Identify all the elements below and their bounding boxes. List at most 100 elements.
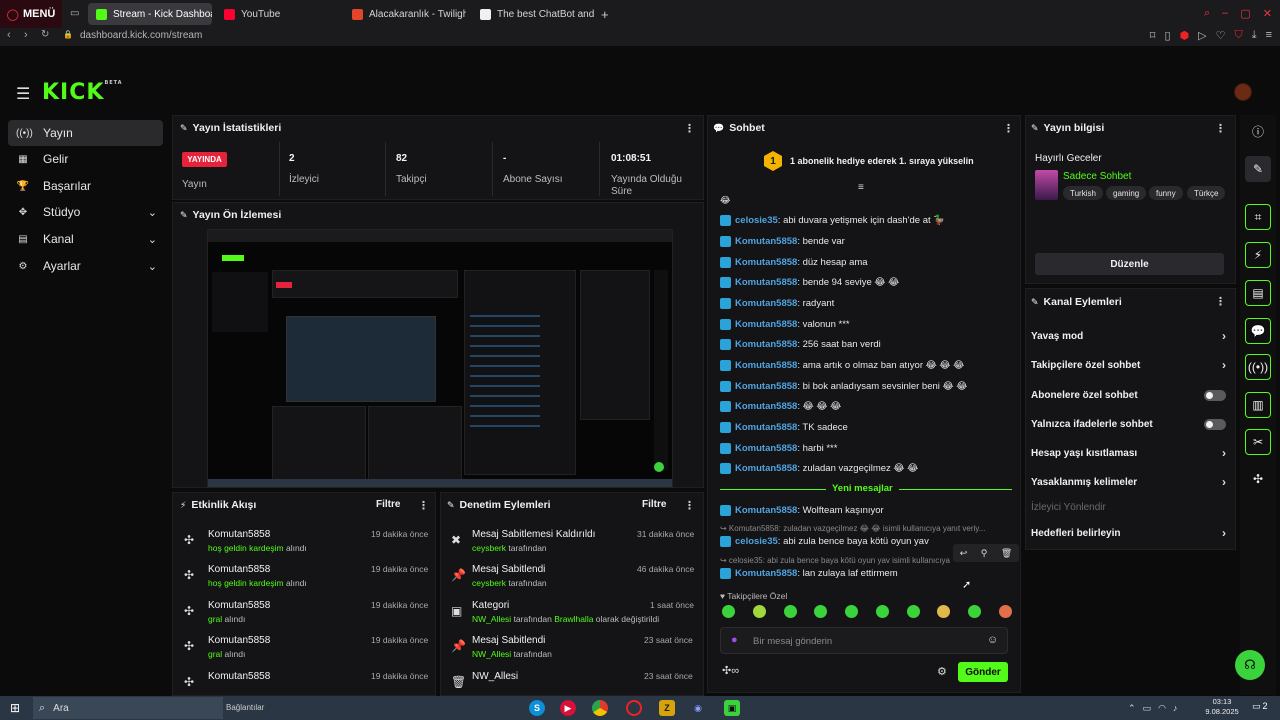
action-account-age[interactable]: Hesap yaşı kısıtlaması › [1031, 445, 1226, 461]
chat-message: celosie35: abi duvara yetişmek için dash… [720, 213, 945, 227]
edit-stream-button[interactable]: Düzenle [1035, 253, 1224, 275]
activity-filter-button[interactable]: Filtre [376, 499, 400, 510]
chevron-up-icon[interactable]: ⌃ [1128, 703, 1136, 714]
mic-icon[interactable]: ● [731, 634, 738, 646]
maximize-icon[interactable]: ▢ [1240, 7, 1250, 20]
user-avatar[interactable] [1234, 83, 1252, 101]
moderation-more-icon[interactable]: ⋮ [684, 499, 695, 512]
emote-icon[interactable] [722, 605, 735, 618]
pencil-icon[interactable]: ✎ [1245, 156, 1271, 182]
search-tabs-icon[interactable]: ⌕ [1204, 7, 1210, 20]
tab-youtube[interactable]: YouTube [216, 3, 336, 25]
browser-menu-button[interactable]: ◯ MENÜ [0, 0, 62, 28]
heart-icon[interactable]: ♡ [1216, 29, 1226, 42]
chat-icon[interactable]: 💬 [1245, 318, 1271, 344]
emote-icon[interactable] [814, 605, 828, 618]
player-icon[interactable]: ▷ [1198, 29, 1206, 42]
chat-points-icon[interactable]: ✣∞ [722, 664, 739, 677]
emote-icon[interactable] [906, 605, 920, 618]
sidebar-item-basarilar[interactable]: 🏆 Başarılar [8, 173, 163, 199]
stream-preview-video[interactable] [207, 229, 673, 488]
download-icon[interactable]: ⤓ [1252, 29, 1257, 42]
new-tab-button[interactable]: + [601, 7, 609, 22]
emote-icon[interactable] [845, 605, 859, 618]
news-widget[interactable]: Bağlantılar [226, 703, 264, 712]
notification-badge[interactable]: ▭ 2 [1252, 701, 1268, 712]
tab-chatbot[interactable]: The best ChatBot and Wi [472, 3, 597, 25]
emote-only-toggle[interactable] [1204, 418, 1226, 430]
document-icon[interactable]: ▤ [1245, 280, 1271, 306]
scan-icon[interactable]: ⌗ [1245, 204, 1271, 230]
send-button[interactable]: Gönder [958, 662, 1008, 682]
emote-icon[interactable] [752, 605, 766, 618]
sidebar-item-kanal[interactable]: ▤ Kanal ⌄ [8, 226, 163, 252]
workspaces-icon[interactable]: ▭ [70, 8, 79, 19]
pin-icon[interactable]: ⚲ [981, 548, 988, 559]
chrome-icon[interactable] [592, 700, 608, 716]
minimize-icon[interactable]: – [1222, 7, 1228, 20]
opera-taskbar-icon[interactable] [626, 700, 642, 716]
chat-settings-icon[interactable]: ⚙ [937, 665, 947, 678]
wrench-icon[interactable]: ✂ [1245, 429, 1271, 455]
layout-icon[interactable]: ▥ [1245, 392, 1271, 418]
info-icon[interactable]: ⓘ [1245, 118, 1271, 144]
subs-only-toggle[interactable] [1204, 389, 1226, 401]
user-badge-icon [720, 235, 731, 247]
tab-kick-dashboard[interactable]: Stream - Kick Dashboard [88, 3, 212, 25]
sidebar-item-ayarlar[interactable]: ⚙ Ayarlar ⌄ [8, 253, 163, 279]
stream-info-more-icon[interactable]: ⋮ [1215, 122, 1226, 135]
volume-icon[interactable]: ♪ [1173, 703, 1178, 714]
emote-icon[interactable] [998, 605, 1012, 618]
tab-twilight[interactable]: Alacakaranlık - Twilight i [344, 3, 466, 25]
support-headset-icon[interactable]: ☊ [1235, 650, 1265, 680]
close-window-icon[interactable]: ✕ [1263, 7, 1272, 20]
discord-icon[interactable]: ◉ [690, 700, 706, 716]
chat-more-icon[interactable]: ⋮ [1003, 122, 1014, 135]
emoji-picker-icon[interactable]: ☺ [987, 634, 998, 646]
windows-start-icon[interactable]: ⊞ [10, 701, 20, 715]
pinned-expand-icon[interactable]: ≡ [858, 182, 864, 193]
action-followers-only[interactable]: Takipçilere özel sohbet › [1031, 357, 1226, 373]
network-icon[interactable]: ▭ [1143, 703, 1152, 714]
taskbar-clock[interactable]: 03:13 9.08.2025 [1200, 697, 1244, 717]
reply-icon[interactable]: ↩ [960, 548, 968, 559]
chat-message: celosie35: abi zula bence baya kötü oyun… [720, 534, 929, 548]
shield-icon[interactable]: ⬢ [1180, 29, 1190, 42]
emote-icon[interactable] [968, 605, 982, 618]
back-icon[interactable]: ‹ [7, 29, 11, 41]
kick-logo[interactable]: KICKBETA [42, 80, 123, 105]
app-z-icon[interactable]: Z [659, 700, 675, 716]
broadcast-icon[interactable]: ((•)) [1245, 354, 1271, 380]
moderation-filter-button[interactable]: Filtre [642, 499, 666, 510]
media-player-icon[interactable]: ▶ [560, 700, 576, 716]
chat-message-input[interactable]: ● Bir mesaj gönderin ☺ [720, 627, 1008, 654]
category-link[interactable]: Sadece Sohbet [1063, 171, 1131, 182]
sidebar-item-studyo[interactable]: ✥ Stüdyo ⌄ [8, 199, 163, 225]
hamburger-menu-icon[interactable]: ☰ [16, 84, 30, 104]
action-slow-mode[interactable]: Yavaş mod › [1031, 328, 1226, 344]
snapshot-icon[interactable]: ▯ [1164, 29, 1170, 42]
url-field[interactable]: dashboard.kick.com/stream [80, 30, 202, 41]
channel-actions-more-icon[interactable]: ⋮ [1215, 295, 1226, 308]
easy-setup-icon[interactable]: ≡ [1266, 29, 1272, 42]
action-set-goals[interactable]: Hedefleri belirleyin › [1031, 525, 1226, 541]
bookmark-icon[interactable]: ⌑ [1150, 29, 1156, 42]
lightning-icon[interactable]: ⚡ [1245, 242, 1271, 268]
nodes-icon[interactable]: ✣ [1245, 466, 1271, 492]
kick-app-icon[interactable]: ▣ [724, 700, 740, 716]
emote-icon[interactable] [875, 605, 889, 618]
forward-icon[interactable]: › [24, 29, 28, 41]
stats-more-icon[interactable]: ⋮ [684, 122, 695, 135]
sidebar-item-gelir[interactable]: ▦ Gelir [8, 146, 163, 172]
delete-icon[interactable]: 🗑 [1001, 548, 1012, 559]
action-banned-words[interactable]: Yasaklanmış kelimeler › [1031, 474, 1226, 490]
activity-more-icon[interactable]: ⋮ [418, 499, 429, 512]
wifi-icon[interactable]: ◠ [1158, 703, 1166, 714]
emote-icon[interactable] [937, 605, 951, 618]
emote-icon[interactable] [783, 605, 797, 618]
taskbar-search[interactable]: ⌕ Ara [33, 697, 223, 719]
sidebar-item-yayin[interactable]: ((•)) Yayın [8, 120, 163, 146]
skype-icon[interactable]: S [529, 700, 545, 716]
reload-icon[interactable]: ↻ [41, 29, 49, 40]
extensions-icon[interactable]: ⛉ [1234, 29, 1242, 42]
